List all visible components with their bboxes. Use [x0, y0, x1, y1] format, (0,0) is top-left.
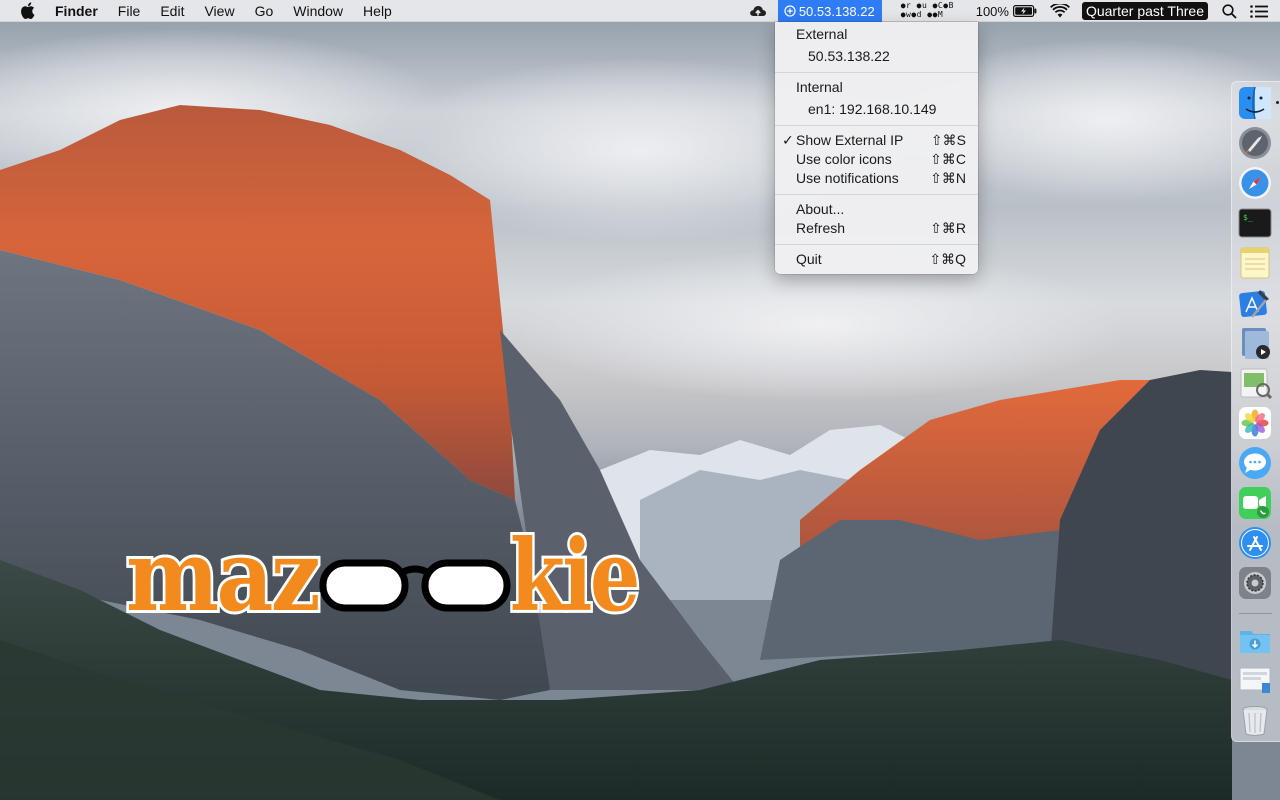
menu-separator — [775, 194, 978, 195]
menu-file[interactable]: File — [108, 0, 151, 22]
menu-help[interactable]: Help — [353, 0, 402, 22]
status-dots-widget[interactable]: ●r ●u ●C●B ●w●d ●●M — [897, 0, 967, 22]
ip-dropdown-menu: External 50.53.138.22 Internal en1: 192.… — [775, 22, 978, 274]
globe-icon — [784, 5, 796, 17]
svg-text:maz: maz — [126, 519, 318, 625]
facetime-icon[interactable] — [1238, 486, 1272, 520]
external-header-row: External — [775, 25, 978, 44]
dock: $_ — [1231, 81, 1280, 742]
notes-icon[interactable] — [1238, 246, 1272, 280]
ip-status-text: 50.53.138.22 — [798, 3, 875, 19]
screenshot-icon[interactable] — [1238, 663, 1272, 697]
terminal-icon[interactable]: $_ — [1238, 206, 1272, 240]
menu-item-label: Quit — [796, 251, 822, 267]
apple-icon[interactable] — [20, 2, 36, 20]
external-ip-value: 50.53.138.22 — [808, 48, 890, 64]
safari-icon[interactable] — [1238, 166, 1272, 200]
xcode-icon[interactable] — [1238, 286, 1272, 320]
internal-ip-value: en1: 192.168.10.149 — [808, 101, 937, 117]
preview-icon[interactable] — [1238, 366, 1272, 400]
external-ip-row[interactable]: 50.53.138.22 — [775, 47, 978, 66]
menu-item-about[interactable]: About... — [775, 200, 978, 219]
wifi-icon[interactable] — [1050, 0, 1070, 22]
menu-item-quit[interactable]: Quit ⇧⌘Q — [775, 250, 978, 269]
mazookie-logo: maz kie — [123, 516, 644, 625]
internal-header: Internal — [796, 79, 843, 95]
menu-separator — [775, 244, 978, 245]
menu-item-label: Refresh — [796, 220, 846, 236]
menu-bar: Finder File Edit View Go Window Help 50.… — [0, 0, 1280, 22]
checkmark-icon: ✓ — [782, 132, 794, 148]
running-indicator — [1276, 101, 1279, 104]
status-dots-row-2: ●w●d ●●M — [900, 10, 944, 19]
battery-percent[interactable]: 100% — [976, 4, 1009, 19]
menu-separator — [775, 125, 978, 126]
app-store-icon[interactable] — [1238, 526, 1272, 560]
desktop-wallpaper: maz kie — [0, 0, 1280, 800]
quicktime-icon[interactable] — [1238, 326, 1272, 360]
app-menu-finder[interactable]: Finder — [55, 0, 108, 22]
menu-separator — [775, 72, 978, 73]
menu-item-shortcut: ⇧⌘N — [930, 170, 966, 186]
menu-item-label: Use color icons — [796, 151, 892, 167]
menu-item-shortcut: ⇧⌘Q — [929, 251, 966, 267]
menu-window[interactable]: Window — [283, 0, 353, 22]
system-preferences-icon[interactable] — [1238, 566, 1272, 600]
menu-item-shortcut: ⇧⌘R — [930, 220, 966, 236]
finder-icon[interactable] — [1238, 86, 1272, 120]
status-dots-row-1: ●r ●u ●C●B — [900, 1, 954, 10]
cloud-upload-icon[interactable] — [749, 0, 767, 22]
ip-status-menu[interactable]: 50.53.138.22 — [777, 0, 882, 22]
launchpad-icon[interactable] — [1238, 126, 1272, 160]
internal-ip-row[interactable]: en1: 192.168.10.149 — [775, 100, 978, 119]
internal-header-row: Internal — [775, 78, 978, 97]
external-header: External — [796, 26, 848, 42]
menu-item-use-notifications[interactable]: Use notifications ⇧⌘N — [775, 169, 978, 188]
dock-divider — [1239, 613, 1272, 614]
menu-item-refresh[interactable]: Refresh ⇧⌘R — [775, 219, 978, 238]
menu-item-use-color-icons[interactable]: Use color icons ⇧⌘C — [775, 150, 978, 169]
menu-item-label: About... — [796, 201, 845, 217]
menu-item-label: Use notifications — [796, 170, 899, 186]
menu-view[interactable]: View — [194, 0, 244, 22]
clock-text[interactable]: Quarter past Three — [1081, 2, 1208, 20]
svg-text:kie: kie — [510, 519, 638, 625]
menu-item-label: Show External IP — [796, 132, 904, 148]
photos-icon[interactable] — [1238, 406, 1272, 440]
menu-edit[interactable]: Edit — [150, 0, 194, 22]
search-icon[interactable] — [1222, 0, 1237, 22]
notification-list-icon[interactable] — [1250, 0, 1268, 22]
menu-item-shortcut: ⇧⌘S — [930, 132, 966, 148]
messages-icon[interactable] — [1238, 446, 1272, 480]
svg-text:$_: $_ — [1243, 213, 1253, 222]
trash-icon[interactable] — [1238, 703, 1272, 737]
menu-item-shortcut: ⇧⌘C — [930, 151, 966, 167]
battery-charging-icon[interactable] — [1012, 0, 1037, 22]
menu-go[interactable]: Go — [245, 0, 284, 22]
downloads-folder-icon[interactable] — [1238, 623, 1272, 657]
menu-item-show-external-ip[interactable]: ✓ Show External IP ⇧⌘S — [775, 131, 978, 150]
